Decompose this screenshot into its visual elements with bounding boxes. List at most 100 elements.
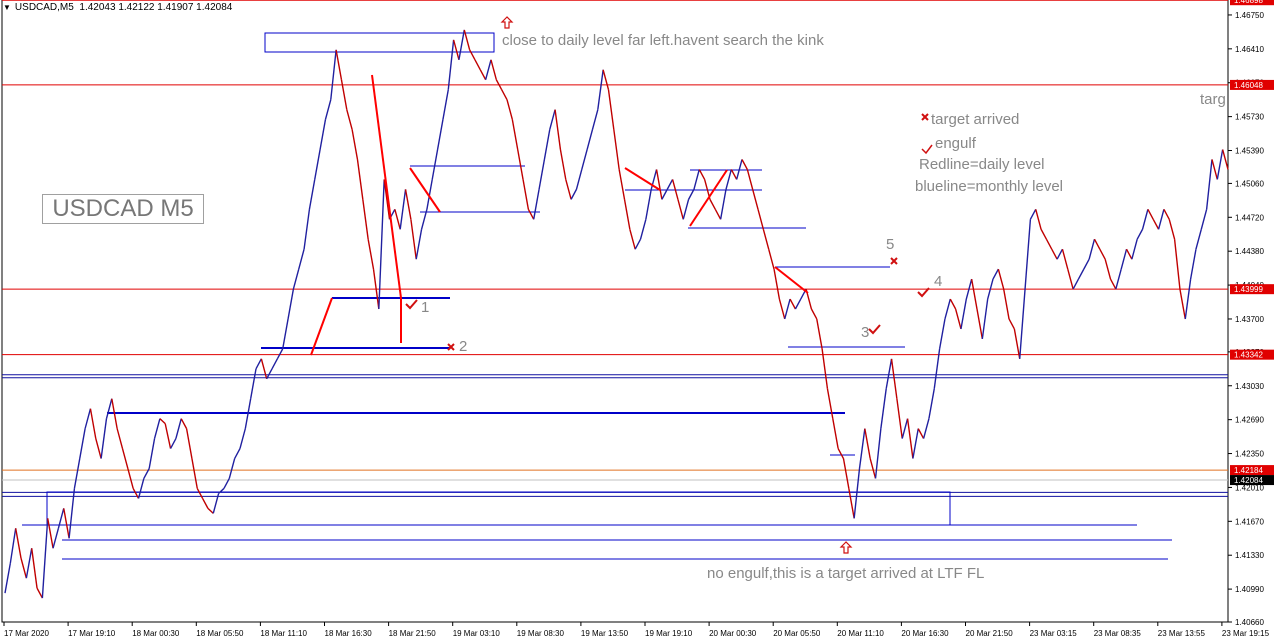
price-segment	[506, 99, 514, 120]
price-segment	[249, 368, 257, 399]
x-tick-label: 20 Mar 11:10	[837, 629, 884, 638]
price-segment	[816, 318, 823, 350]
price-segment	[949, 298, 957, 310]
price-segment	[287, 288, 295, 320]
price-segment	[928, 388, 935, 419]
price-segment	[255, 358, 262, 370]
kink-line	[624, 167, 661, 191]
price-segment	[538, 159, 546, 190]
symbol-watermark: USDCAD M5	[42, 194, 204, 224]
price-segment	[116, 428, 124, 449]
price-segment	[14, 528, 22, 559]
x-tick-label: 18 Mar 16:30	[325, 629, 373, 638]
price-segment	[976, 308, 984, 340]
price-segment	[41, 518, 49, 599]
price-segment	[896, 398, 903, 439]
price-segment	[1083, 258, 1090, 270]
price-segment	[901, 418, 909, 439]
price-segment	[762, 229, 770, 250]
price-segment	[84, 408, 92, 429]
chart-canvas[interactable]: 1.406601.409901.413301.416701.420101.423…	[0, 0, 1276, 644]
note-top: close to daily level far left.havent sea…	[502, 32, 824, 49]
price-segment	[575, 169, 583, 190]
y-tick-label: 1.40660	[1235, 618, 1264, 627]
price-segment	[645, 189, 652, 220]
price-segment	[1045, 238, 1053, 250]
price-segment	[47, 518, 54, 549]
price-segment	[565, 179, 572, 200]
price-segment	[1029, 208, 1037, 220]
price-segment	[655, 169, 663, 200]
mark-number-2: 2	[459, 338, 468, 355]
price-segment	[1003, 288, 1010, 320]
price-segment	[394, 209, 401, 230]
price-segment	[752, 189, 759, 210]
y-tick-label: 1.45390	[1235, 147, 1264, 156]
x-tick-label: 23 Mar 19:15	[1222, 629, 1270, 638]
price-segment	[1099, 248, 1106, 260]
price-segment	[308, 179, 316, 210]
price-segment	[276, 348, 284, 360]
price-segment	[410, 219, 417, 260]
y-tick-label: 1.46410	[1235, 45, 1264, 54]
price-badge-label: 1.46048	[1234, 81, 1263, 90]
price-segment	[479, 69, 487, 81]
price-segment	[234, 448, 241, 459]
chart-header: ▼ USDCAD,M5 1.42043 1.42122 1.41907 1.420…	[3, 2, 232, 13]
price-segment	[319, 119, 327, 150]
price-segment	[874, 428, 882, 479]
price-segment	[52, 528, 60, 549]
price-segment	[73, 458, 81, 489]
price-segment	[201, 498, 209, 509]
price-segment	[970, 278, 978, 310]
price-segment	[1211, 159, 1218, 180]
price-segment	[864, 428, 871, 459]
price-segment	[602, 69, 610, 90]
price-segment	[832, 418, 839, 449]
x-tick-label: 20 Mar 16:30	[901, 629, 949, 638]
dropdown-arrow-icon[interactable]: ▼	[3, 3, 11, 12]
price-segment	[693, 169, 700, 190]
price-segment	[1104, 258, 1112, 280]
price-segment	[773, 269, 781, 300]
price-segment	[228, 458, 236, 479]
price-segment	[837, 448, 845, 459]
price-segment	[522, 179, 530, 210]
x-tick-label: 23 Mar 03:15	[1030, 629, 1078, 638]
price-segment	[687, 189, 695, 200]
legend-target: target arrived	[931, 111, 1020, 128]
zone-box	[264, 32, 495, 53]
price-segment	[340, 79, 348, 110]
price-badge-label: 1.42084	[1234, 476, 1263, 485]
price-segment	[1072, 278, 1080, 290]
price-segment	[885, 358, 893, 389]
zone-box	[46, 491, 951, 526]
x-tick-label: 19 Mar 08:30	[517, 629, 565, 638]
price-segment	[63, 508, 70, 539]
price-segment	[1205, 159, 1213, 210]
price-segment	[1152, 218, 1160, 230]
price-segment	[1040, 228, 1048, 240]
price-segment	[1184, 279, 1192, 320]
price-segment	[591, 109, 599, 130]
price-segment	[31, 548, 38, 589]
y-tick-label: 1.42350	[1235, 450, 1264, 459]
price-segment	[618, 169, 626, 200]
engulf-check-icon	[868, 324, 881, 335]
price-segment	[1179, 288, 1186, 320]
price-segment	[36, 587, 44, 599]
price-segment	[735, 159, 743, 180]
price-segment	[148, 438, 156, 469]
ohlc-values: 1.42043 1.42122 1.41907 1.42084	[79, 2, 233, 13]
price-segment	[271, 358, 278, 370]
note-target-partial: targ	[1200, 91, 1226, 108]
target-x-icon	[890, 257, 898, 265]
price-segment	[666, 179, 674, 190]
price-segment	[447, 39, 455, 90]
x-tick-label: 20 Mar 21:50	[966, 629, 1014, 638]
price-segment	[938, 318, 946, 350]
price-segment	[634, 238, 642, 250]
x-tick-label: 19 Mar 19:10	[645, 629, 693, 638]
price-segment	[682, 199, 690, 220]
price-segment	[794, 298, 802, 310]
